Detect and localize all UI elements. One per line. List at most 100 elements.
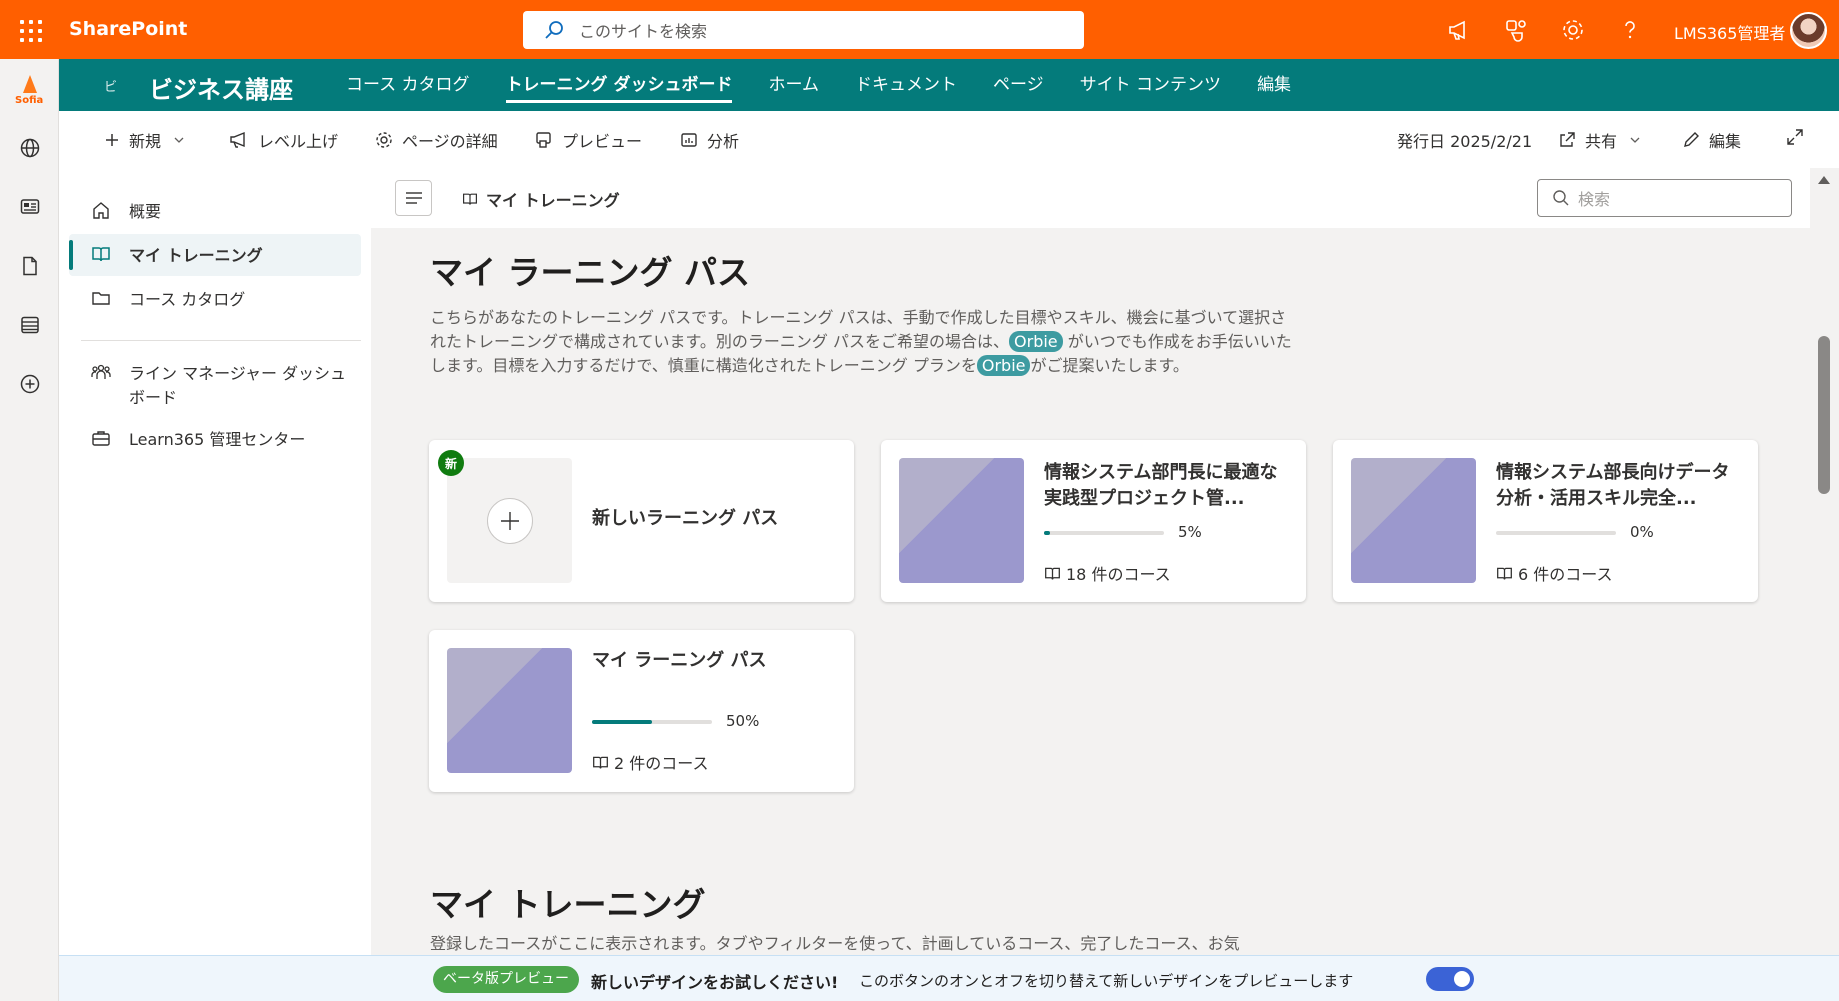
gear-icon[interactable] [1560,17,1586,43]
course-thumbnail [899,458,1024,583]
course-count-label: 2 件のコース [614,754,709,773]
nav-course-catalog[interactable]: コース カタログ [346,59,470,111]
nav-edit[interactable]: 編集 [1257,59,1291,111]
my-training-description: 登録したコースがここに表示されます。タブやフィルターを使って、計画しているコース… [430,934,1240,953]
course-count-label: 18 件のコース [1066,565,1171,584]
learning-path-card[interactable]: マイ ラーニング パス 50% 2 件のコース [429,630,854,792]
briefcase-icon [92,431,110,446]
new-design-toggle[interactable] [1426,967,1474,991]
search-placeholder: このサイトを検索 [579,22,708,41]
book-icon [1045,567,1060,580]
list-icon[interactable] [19,314,41,336]
book-icon [463,193,477,205]
leftnav-item-learn365-admin[interactable]: Learn365 管理センター [69,418,361,462]
menu-toggle-button[interactable] [395,180,432,216]
breadcrumb-label: マイ トレーニング [486,191,620,210]
book-icon [593,756,608,769]
leftnav-item-my-training[interactable]: マイ トレーニング [69,234,361,276]
edit-button[interactable]: 編集 [1682,128,1741,152]
leftnav-label: マイ トレーニング [129,246,263,265]
nav-documents[interactable]: ドキュメント [855,59,957,111]
user-name[interactable]: LMS365管理者 [1674,20,1785,44]
breadcrumb-bar: マイ トレーニング 検索 [371,168,1810,228]
leftnav-divider [81,340,361,341]
share-icon [1560,132,1575,147]
scroll-up-icon[interactable] [1818,176,1830,184]
preview-bar: ベータ版プレビュー 新しいデザインをお試しください! このボタンのオンとオフを切… [59,955,1839,1001]
orbie-link[interactable]: Orbie [976,355,1031,376]
orbie-link[interactable]: Orbie [1009,331,1063,352]
avatar[interactable] [1790,12,1827,49]
pencil-icon [1684,132,1699,147]
page-details-label: ページの詳細 [402,132,498,151]
gear-icon [376,132,392,148]
site-title[interactable]: ビジネス講座 [149,70,293,105]
sofia-logo[interactable]: Sofia [15,75,45,111]
folder-icon [92,292,110,305]
course-thumbnail [447,648,572,773]
add-thumbnail [447,458,572,583]
progress-label: 5% [1178,523,1202,541]
nav-site-contents[interactable]: サイト コンテンツ [1080,59,1221,111]
leftnav-item-line-manager-dashboard[interactable]: ライン マネージャー ダッシュボード [69,352,349,418]
progress-bar [592,720,712,724]
site-header: ビ ビジネス講座 コース カタログ トレーニング ダッシュボード ホーム ドキュ… [59,59,1839,111]
leftnav-label: Learn365 管理センター [129,430,306,449]
expand-button[interactable] [1786,128,1813,146]
teams-icon[interactable] [1503,17,1529,43]
card-title: マイ ラーニング パス [592,650,767,671]
content-search-placeholder: 検索 [1578,190,1611,209]
course-count: 2 件のコース [592,750,708,774]
scrollbar-thumb[interactable] [1818,336,1830,494]
chart-icon [681,133,697,147]
megaphone-icon[interactable] [1446,17,1472,43]
boost-button[interactable]: レベル上げ [229,128,338,152]
nav-pages[interactable]: ページ [993,59,1044,111]
search-icon [1553,190,1569,206]
expand-icon [1787,129,1803,145]
desc-part-3: がご提案いたします。 [1030,356,1189,375]
course-count: 6 件のコース [1496,561,1612,585]
progress-bar [1044,531,1164,535]
document-icon[interactable] [19,255,41,277]
beta-preview-badge: ベータ版プレビュー [433,966,579,993]
leftnav-item-overview[interactable]: 概要 [69,190,361,234]
new-badge: 新 [438,450,464,476]
leftnav-label: コース カタログ [129,290,246,309]
published-date: 発行日 2025/2/21 [1397,132,1533,151]
home-icon [93,202,109,219]
content-search-input[interactable]: 検索 [1537,179,1792,217]
share-button[interactable]: 共有 [1558,128,1641,152]
learning-path-card[interactable]: 情報システム部長向けデータ分析・活用スキル完全... 0% 6 件のコース [1333,440,1758,602]
news-icon[interactable] [19,196,41,218]
chevron-down-icon [174,137,184,143]
learning-path-card[interactable]: 情報システム部門長に最適な実践型プロジェクト管... 5% 18 件のコース [881,440,1306,602]
progress-label: 50% [726,712,760,730]
book-icon [1497,567,1512,580]
hamburger-icon [405,192,422,204]
help-icon[interactable] [1617,17,1643,43]
preview-button[interactable]: プレビュー [535,128,642,152]
new-button[interactable]: 新規 [104,128,185,152]
new-label: 新規 [129,132,162,151]
search-icon [545,21,563,39]
add-circle-icon[interactable] [19,373,41,395]
new-learning-path-card[interactable]: 新 新しいラーニング パス [429,440,854,602]
analytics-button[interactable]: 分析 [680,128,739,152]
app-name[interactable]: SharePoint [69,18,187,40]
nav-training-dashboard[interactable]: トレーニング ダッシュボード [505,59,732,111]
page-details-button[interactable]: ページの詳細 [375,128,498,152]
boost-label: レベル上げ [258,132,339,151]
globe-icon[interactable] [19,137,41,159]
leftnav-item-course-catalog[interactable]: コース カタログ [69,278,361,322]
nav-home[interactable]: ホーム [768,59,819,111]
analytics-label: 分析 [707,132,740,151]
app-rail: Sofia [0,59,59,1001]
course-thumbnail [1351,458,1476,583]
site-logo[interactable]: ビ [104,76,117,95]
card-title: 情報システム部長向けデータ分析・活用スキル完全... [1496,462,1730,509]
site-search-input[interactable]: このサイトを検索 [523,11,1084,49]
vertical-scrollbar[interactable] [1810,168,1839,955]
book-icon [92,247,110,262]
app-launcher-icon[interactable] [16,16,44,44]
